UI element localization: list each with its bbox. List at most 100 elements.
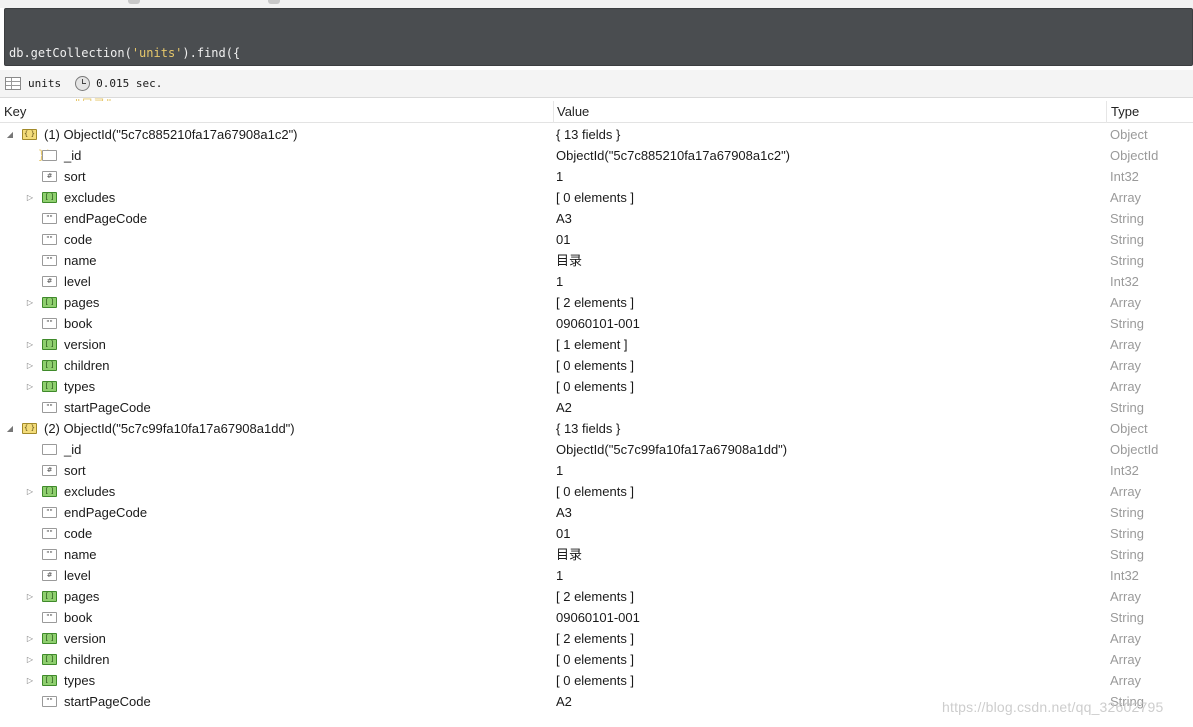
string-type-icon: "" xyxy=(42,234,57,245)
field-row[interactable]: ▷ [ ] pages [ 2 elements ] Array xyxy=(0,292,1193,313)
field-key: name xyxy=(64,253,97,268)
result-status-bar: units 0.015 sec. xyxy=(0,70,1193,98)
query-editor[interactable]: db.getCollection('units').find({ name:"目… xyxy=(4,8,1193,162)
field-row[interactable]: ▷ [ ] version [ 1 element ] Array xyxy=(0,334,1193,355)
field-value: 目录 xyxy=(556,547,583,562)
field-value: A2 xyxy=(556,400,572,415)
field-type: String xyxy=(1110,232,1144,247)
field-row[interactable]: ▷ [ ] children [ 0 elements ] Array xyxy=(0,649,1193,670)
field-row[interactable]: _id ObjectId("5c7c885210fa17a67908a1c2") O… xyxy=(0,145,1193,166)
field-key: excludes xyxy=(64,484,116,499)
collapsed-arrow-icon[interactable]: ▷ xyxy=(25,586,35,607)
collapsed-arrow-icon[interactable]: ▷ xyxy=(25,481,35,502)
collapsed-arrow-icon[interactable]: ▷ xyxy=(25,670,35,691)
field-value: [ 0 elements ] xyxy=(556,673,635,688)
field-row[interactable]: "" book 09060101-001 String xyxy=(0,313,1193,334)
number-type-icon: # xyxy=(42,465,57,476)
string-type-icon: "" xyxy=(42,318,57,329)
column-header-value[interactable]: Value xyxy=(557,104,589,119)
document-type: Object xyxy=(1110,127,1148,142)
field-type: Int32 xyxy=(1110,169,1139,184)
field-key: sort xyxy=(64,169,86,184)
array-type-icon: [ ] xyxy=(42,192,57,203)
column-header-key[interactable]: Key xyxy=(4,104,26,119)
field-value: 1 xyxy=(556,169,564,184)
field-row[interactable]: "" endPageCode A3 String xyxy=(0,502,1193,523)
field-type: Array xyxy=(1110,484,1142,499)
field-key: endPageCode xyxy=(64,505,148,520)
field-value: 09060101-001 xyxy=(556,610,640,625)
field-row[interactable]: "" name 目录 String xyxy=(0,544,1193,565)
field-type: String xyxy=(1110,400,1144,415)
expanded-arrow-icon[interactable]: ◢ xyxy=(5,418,15,439)
field-key: pages xyxy=(64,589,100,604)
field-type: Array xyxy=(1110,652,1142,667)
string-type-icon: "" xyxy=(42,507,57,518)
field-type: String xyxy=(1110,547,1144,562)
object-type-icon: { } xyxy=(22,423,37,434)
document-key: (1) ObjectId("5c7c885210fa17a67908a1c2") xyxy=(44,127,298,142)
field-row[interactable]: ▷ [ ] version [ 2 elements ] Array xyxy=(0,628,1193,649)
results-header: Key Value Type xyxy=(0,101,1193,123)
field-value: [ 0 elements ] xyxy=(556,652,635,667)
field-row[interactable]: _id ObjectId("5c7c99fa10fa17a67908a1dd") O… xyxy=(0,439,1193,460)
field-row[interactable]: ▷ [ ] types [ 0 elements ] Array xyxy=(0,670,1193,691)
field-row[interactable]: "" name 目录 String xyxy=(0,250,1193,271)
field-value: 01 xyxy=(556,526,571,541)
expanded-arrow-icon[interactable]: ◢ xyxy=(5,124,15,145)
number-type-icon: # xyxy=(42,171,57,182)
field-row[interactable]: "" code 01 String xyxy=(0,523,1193,544)
top-tab-strip xyxy=(0,0,1193,8)
field-row[interactable]: "" endPageCode A3 String xyxy=(0,208,1193,229)
field-type: Array xyxy=(1110,337,1142,352)
field-row[interactable]: ▷ [ ] excludes [ 0 elements ] Array xyxy=(0,187,1193,208)
field-row[interactable]: "" book 09060101-001 String xyxy=(0,607,1193,628)
field-key: name xyxy=(64,547,97,562)
field-row[interactable]: # level 1 Int32 xyxy=(0,271,1193,292)
string-type-icon: "" xyxy=(42,696,57,707)
field-row[interactable]: ▷ [ ] types [ 0 elements ] Array xyxy=(0,376,1193,397)
field-key: level xyxy=(64,568,91,583)
column-divider[interactable] xyxy=(553,101,554,123)
collapsed-arrow-icon[interactable]: ▷ xyxy=(25,292,35,313)
table-icon xyxy=(5,77,21,90)
field-value: [ 0 elements ] xyxy=(556,190,635,205)
elapsed-time: 0.015 sec. xyxy=(96,77,163,90)
field-row[interactable]: # level 1 Int32 xyxy=(0,565,1193,586)
document-key: (2) ObjectId("5c7c99fa10fa17a67908a1dd") xyxy=(44,421,295,436)
array-type-icon: [ ] xyxy=(42,360,57,371)
field-type: Array xyxy=(1110,379,1142,394)
field-key: version xyxy=(64,337,106,352)
collapsed-arrow-icon[interactable]: ▷ xyxy=(25,355,35,376)
collapsed-arrow-icon[interactable]: ▷ xyxy=(25,628,35,649)
field-row[interactable]: ▷ [ ] excludes [ 0 elements ] Array xyxy=(0,481,1193,502)
field-row[interactable]: "" code 01 String xyxy=(0,229,1193,250)
field-row[interactable]: # sort 1 Int32 xyxy=(0,166,1193,187)
field-row[interactable]: "" startPageCode A2 String xyxy=(0,397,1193,418)
document-row[interactable]: ◢ { } (2) ObjectId("5c7c99fa10fa17a67908a1… xyxy=(0,418,1193,439)
field-row[interactable]: ▷ [ ] children [ 0 elements ] Array xyxy=(0,355,1193,376)
document-value: { 13 fields } xyxy=(556,127,621,142)
field-value: 1 xyxy=(556,568,564,583)
string-type-icon: "" xyxy=(42,549,57,560)
collapsed-arrow-icon[interactable]: ▷ xyxy=(25,376,35,397)
string-type-icon: "" xyxy=(42,213,57,224)
field-row[interactable]: ▷ [ ] pages [ 2 elements ] Array xyxy=(0,586,1193,607)
field-value: A2 xyxy=(556,694,572,709)
field-type: String xyxy=(1110,253,1144,268)
clock-icon xyxy=(75,76,91,91)
field-key: code xyxy=(64,232,93,247)
array-type-icon: [ ] xyxy=(42,591,57,602)
array-type-icon: [ ] xyxy=(42,675,57,686)
column-divider[interactable] xyxy=(1106,101,1107,123)
collapsed-arrow-icon[interactable]: ▷ xyxy=(25,649,35,670)
collapsed-arrow-icon[interactable]: ▷ xyxy=(25,334,35,355)
document-row[interactable]: ◢ { } (1) ObjectId("5c7c885210fa17a67908a1… xyxy=(0,124,1193,145)
collapsed-arrow-icon[interactable]: ▷ xyxy=(25,187,35,208)
field-type: Array xyxy=(1110,190,1142,205)
field-key: _id xyxy=(64,442,82,457)
column-header-type[interactable]: Type xyxy=(1111,104,1139,119)
string-type-icon: "" xyxy=(42,255,57,266)
query-line-1: db.getCollection('units').find({ xyxy=(9,45,1188,62)
field-row[interactable]: # sort 1 Int32 xyxy=(0,460,1193,481)
